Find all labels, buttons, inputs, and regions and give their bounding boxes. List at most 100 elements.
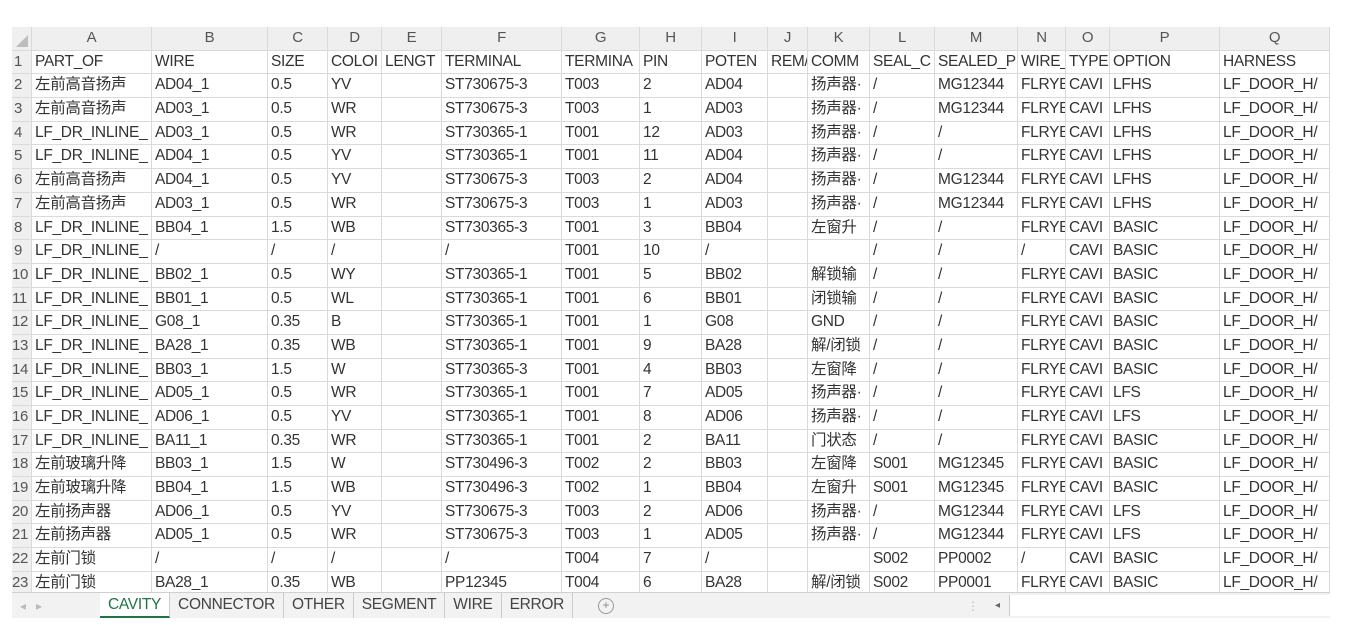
cell-F11[interactable]: ST730365-1 <box>442 287 562 311</box>
cell-E22[interactable] <box>382 548 442 571</box>
cell-E13[interactable] <box>382 334 442 358</box>
cell-L4[interactable]: / <box>870 121 935 145</box>
cell-D14[interactable]: W <box>328 358 382 382</box>
column-header-H[interactable]: H <box>640 27 702 50</box>
cell-P20[interactable]: LFS <box>1110 500 1220 524</box>
horizontal-scrollbar[interactable]: ⋮ ◂ <box>967 593 1330 618</box>
cell-G7[interactable]: T003 <box>562 192 640 216</box>
cell-C15[interactable]: 0.5 <box>268 382 328 405</box>
cell-E15[interactable] <box>382 382 442 405</box>
cell-Q7[interactable]: LF_DOOR_H/ <box>1220 192 1330 216</box>
cell-D22[interactable]: / <box>328 548 382 571</box>
cell-A4[interactable]: LF_DR_INLINE_ <box>32 121 152 145</box>
cell-F9[interactable]: / <box>442 240 562 263</box>
cell-L19[interactable]: S001 <box>870 477 935 500</box>
cell-Q9[interactable]: LF_DOOR_H/ <box>1220 240 1330 263</box>
cell-B20[interactable]: AD06_1 <box>152 500 268 524</box>
cell-J21[interactable] <box>768 524 808 548</box>
cell-F21[interactable]: ST730675-3 <box>442 524 562 548</box>
cell-Q18[interactable]: LF_DOOR_H/ <box>1220 453 1330 477</box>
row-number[interactable]: 17 <box>12 429 32 453</box>
cell-N4[interactable]: FLRYB05 <box>1018 121 1066 145</box>
cell-K17[interactable]: 门状态 <box>808 429 870 453</box>
cell-F15[interactable]: ST730365-1 <box>442 382 562 405</box>
cell-E2[interactable] <box>382 74 442 98</box>
row-number[interactable]: 5 <box>12 145 32 169</box>
cell-E4[interactable] <box>382 121 442 145</box>
scrollbar-track[interactable] <box>1009 595 1330 616</box>
cell-D13[interactable]: WB <box>328 334 382 358</box>
cell-I22[interactable]: / <box>702 548 768 571</box>
cell-E14[interactable] <box>382 358 442 382</box>
cell-O15[interactable]: CAVI <box>1066 382 1110 405</box>
cell-J15[interactable] <box>768 382 808 405</box>
cell-H3[interactable]: 1 <box>640 98 702 121</box>
cell-K2[interactable]: 扬声器· <box>808 74 870 98</box>
tab-cavity[interactable]: CAVITY <box>100 593 171 618</box>
cell-L13[interactable]: / <box>870 334 935 358</box>
cell-Q14[interactable]: LF_DOOR_H/ <box>1220 358 1330 382</box>
cell-C12[interactable]: 0.35 <box>268 311 328 334</box>
cell-I15[interactable]: AD05 <box>702 382 768 405</box>
cell-L12[interactable]: / <box>870 311 935 334</box>
cell-G11[interactable]: T001 <box>562 287 640 311</box>
cell-N10[interactable]: FLRYB05 <box>1018 263 1066 287</box>
cell-G4[interactable]: T001 <box>562 121 640 145</box>
cell-H18[interactable]: 2 <box>640 453 702 477</box>
row-number[interactable]: 4 <box>12 121 32 145</box>
cell-B10[interactable]: BB02_1 <box>152 263 268 287</box>
cell-L22[interactable]: S002 <box>870 548 935 571</box>
cell-H10[interactable]: 5 <box>640 263 702 287</box>
cell-Q17[interactable]: LF_DOOR_H/ <box>1220 429 1330 453</box>
cell-B4[interactable]: AD03_1 <box>152 121 268 145</box>
row-number[interactable]: 9 <box>12 240 32 263</box>
row-number[interactable]: 13 <box>12 334 32 358</box>
cell-E3[interactable] <box>382 98 442 121</box>
cell-J5[interactable] <box>768 145 808 169</box>
cell-N13[interactable]: FLRYB03 <box>1018 334 1066 358</box>
row-number[interactable]: 20 <box>12 500 32 524</box>
cell-N11[interactable]: FLRYB05 <box>1018 287 1066 311</box>
column-header-Q[interactable]: Q <box>1220 27 1330 50</box>
cell-K18[interactable]: 左窗降 <box>808 453 870 477</box>
cell-F1[interactable]: TERMINAL <box>442 50 562 74</box>
cell-B8[interactable]: BB04_1 <box>152 216 268 240</box>
cell-B14[interactable]: BB03_1 <box>152 358 268 382</box>
cell-P13[interactable]: BASIC <box>1110 334 1220 358</box>
row-number[interactable]: 15 <box>12 382 32 405</box>
cell-B2[interactable]: AD04_1 <box>152 74 268 98</box>
cell-M20[interactable]: MG12344 <box>935 500 1018 524</box>
row-number[interactable]: 16 <box>12 406 32 429</box>
cell-O9[interactable]: CAVI <box>1066 240 1110 263</box>
cell-O14[interactable]: CAVI <box>1066 358 1110 382</box>
cell-G3[interactable]: T003 <box>562 98 640 121</box>
cell-M14[interactable]: / <box>935 358 1018 382</box>
tab-connector[interactable]: CONNECTOR <box>170 593 284 618</box>
cell-N1[interactable]: WIRE_PA <box>1018 50 1066 74</box>
cell-O17[interactable]: CAVI <box>1066 429 1110 453</box>
cell-H4[interactable]: 12 <box>640 121 702 145</box>
cell-H5[interactable]: 11 <box>640 145 702 169</box>
tab-other[interactable]: OTHER <box>284 593 354 618</box>
cell-I12[interactable]: G08 <box>702 311 768 334</box>
cell-N2[interactable]: FLRYB05 <box>1018 74 1066 98</box>
cell-D18[interactable]: W <box>328 453 382 477</box>
cell-N7[interactable]: FLRYB05 <box>1018 192 1066 216</box>
column-header-E[interactable]: E <box>382 27 442 50</box>
cell-D21[interactable]: WR <box>328 524 382 548</box>
cell-E5[interactable] <box>382 145 442 169</box>
cell-J13[interactable] <box>768 334 808 358</box>
cell-D6[interactable]: YV <box>328 169 382 192</box>
cell-P14[interactable]: BASIC <box>1110 358 1220 382</box>
cell-B15[interactable]: AD05_1 <box>152 382 268 405</box>
cell-Q22[interactable]: LF_DOOR_H/ <box>1220 548 1330 571</box>
cell-H16[interactable]: 8 <box>640 406 702 429</box>
cell-P17[interactable]: BASIC <box>1110 429 1220 453</box>
cell-O22[interactable]: CAVI <box>1066 548 1110 571</box>
cell-Q12[interactable]: LF_DOOR_H/ <box>1220 311 1330 334</box>
cell-K11[interactable]: 闭锁输 <box>808 287 870 311</box>
cell-I17[interactable]: BA11 <box>702 429 768 453</box>
cell-O16[interactable]: CAVI <box>1066 406 1110 429</box>
cell-J22[interactable] <box>768 548 808 571</box>
cell-G17[interactable]: T001 <box>562 429 640 453</box>
